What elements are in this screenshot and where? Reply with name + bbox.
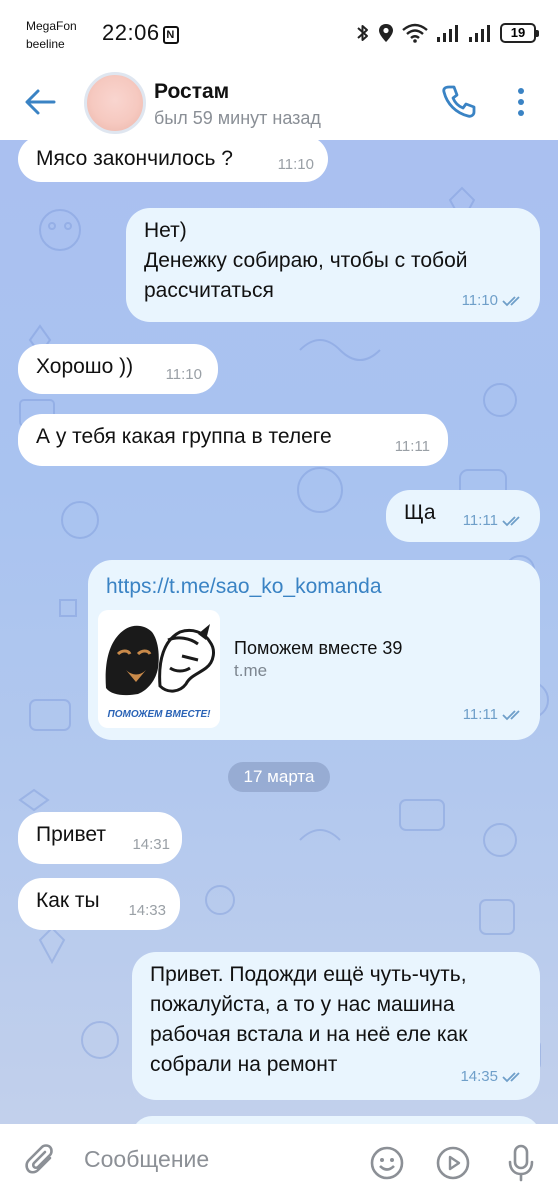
link-preview-image[interactable]: ПОМОЖЕМ ВМЕСТЕ! (98, 610, 220, 728)
phone-icon (442, 85, 476, 118)
wifi-icon (402, 23, 428, 43)
carrier-labels: MegaFon beeline (26, 17, 77, 53)
signal-icon (469, 25, 490, 42)
paperclip-icon (25, 1144, 53, 1174)
message-time: 11:11 (462, 706, 498, 723)
link-preview-site: t.me (234, 661, 268, 680)
message-text-line: Денежку собираю, чтобы с тобой (144, 249, 468, 272)
arrow-left-icon (25, 89, 56, 115)
message-time-status: 11:11 (463, 506, 524, 536)
smile-icon (370, 1146, 404, 1180)
message-time-status: 11:10 (462, 286, 524, 316)
clock: 22:06 N (102, 20, 179, 46)
bluetooth-icon (357, 25, 368, 41)
double-check-icon (502, 1072, 520, 1083)
date-separator: 17 марта (228, 762, 330, 792)
attach-button[interactable] (24, 1144, 60, 1180)
message-outgoing-partial[interactable] (132, 1116, 540, 1124)
message-text-line: Нет) (144, 219, 187, 242)
message-incoming[interactable]: Как ты 14:33 (18, 878, 180, 930)
message-outgoing[interactable]: Ща 11:11 (386, 490, 540, 542)
message-input[interactable]: Сообщение (84, 1146, 209, 1173)
message-text: Как ты (36, 889, 100, 912)
voice-button[interactable] (508, 1144, 534, 1182)
message-outgoing[interactable]: Привет. Подожди ещё чуть-чуть, пожалуйст… (132, 952, 540, 1100)
chat-header: Ростам был 59 минут назад (0, 64, 558, 140)
message-text-line: Привет. Подожди ещё чуть-чуть, (150, 963, 467, 986)
message-time: 11:11 (462, 512, 498, 529)
play-circle-icon (436, 1146, 470, 1180)
link-preview-title[interactable]: Поможем вместе 39 (234, 636, 402, 660)
media-button[interactable] (436, 1146, 470, 1180)
message-text: Мясо закончилось ? (36, 147, 233, 170)
battery-icon: 19 (500, 23, 539, 43)
message-time: 14:31 (132, 836, 170, 853)
contact-status: был 59 минут назад (154, 108, 321, 128)
message-time-status: 11:11 (463, 700, 524, 730)
avatar[interactable] (84, 72, 146, 134)
message-time: 14:35 (460, 1068, 498, 1085)
dogs-logo-image (105, 624, 215, 696)
message-text: Ща (404, 501, 436, 524)
double-check-icon (502, 516, 520, 527)
more-button[interactable] (506, 82, 536, 122)
message-time: 11:10 (277, 156, 314, 173)
message-text: Хорошо )) (36, 355, 134, 378)
message-text-line: пожалуйста, а то у нас машина (150, 993, 455, 1016)
signal-icon (437, 25, 458, 42)
message-time: 11:10 (165, 366, 202, 383)
contact-name[interactable]: Ростам (154, 80, 229, 104)
message-text-line: рабочая встала и на неё еле как (150, 1023, 468, 1046)
message-incoming[interactable]: Хорошо )) 11:10 (18, 344, 218, 394)
location-icon (379, 24, 393, 42)
clock-time: 22:06 (102, 20, 160, 45)
message-link[interactable]: https://t.me/sao_ko_komanda (106, 568, 522, 602)
link-preview-image-caption: ПОМОЖЕМ ВМЕСТЕ! (107, 709, 211, 720)
back-button[interactable] (20, 82, 60, 122)
message-text: Привет (36, 823, 107, 846)
status-bar: MegaFon beeline 22:06 N 19 (0, 0, 558, 64)
more-vertical-icon (518, 88, 524, 116)
status-icons: 19 (356, 22, 539, 44)
emoji-button[interactable] (370, 1146, 404, 1180)
chat-area[interactable]: Мясо закончилось ? 11:10 Нет) Денежку со… (0, 140, 558, 1124)
nfc-icon: N (162, 26, 179, 44)
message-time: 11:10 (461, 292, 498, 309)
message-incoming[interactable]: Мясо закончилось ? 11:10 (18, 140, 328, 182)
double-check-icon (502, 710, 520, 721)
carrier-2: beeline (26, 37, 65, 51)
message-input-bar: Сообщение (0, 1124, 558, 1200)
message-text: А у тебя какая группа в телеге (36, 425, 332, 448)
double-check-icon (502, 296, 520, 307)
message-time: 14:33 (128, 902, 166, 919)
message-outgoing[interactable]: Нет) Денежку собираю, чтобы с тобой расс… (126, 208, 540, 322)
call-button[interactable] (438, 82, 478, 122)
message-time-status: 14:35 (460, 1062, 524, 1092)
message-incoming[interactable]: А у тебя какая группа в телеге 11:11 (18, 414, 448, 466)
message-time: 11:11 (394, 438, 430, 455)
carrier-1: MegaFon (26, 19, 77, 33)
message-incoming[interactable]: Привет 14:31 (18, 812, 182, 864)
microphone-icon (508, 1144, 534, 1182)
